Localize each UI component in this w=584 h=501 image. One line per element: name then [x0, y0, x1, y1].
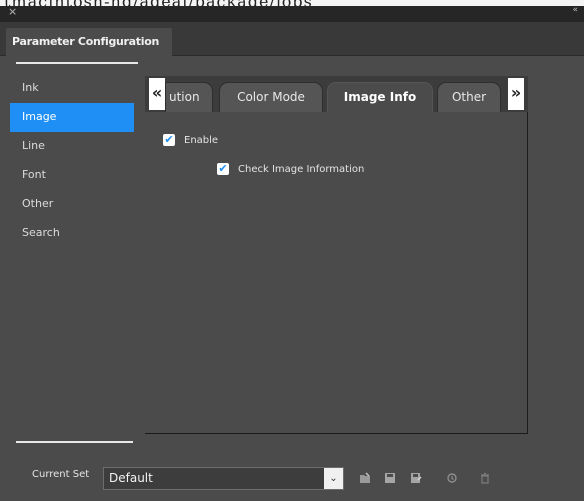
check-image-information-checkbox-box[interactable]: ✔	[217, 163, 229, 175]
sidebar-item-ink[interactable]: Ink	[10, 74, 134, 103]
close-icon[interactable]: ×	[8, 5, 17, 18]
sidebar-top-divider	[16, 62, 138, 64]
tab-color-mode[interactable]: Color Mode	[219, 82, 323, 112]
tab-caution[interactable]: ution	[165, 82, 213, 112]
sidebar-bottom-divider	[16, 441, 133, 443]
sidebar-item-image[interactable]: Image	[10, 103, 134, 132]
check-image-information-checkbox[interactable]: ✔ Check Image Information	[217, 163, 364, 175]
enable-checkbox-label: Enable	[184, 134, 219, 146]
tab-row: « ution Color Mode Image Info Other »	[145, 76, 528, 112]
tab-scroll-right-button[interactable]: »	[508, 78, 524, 110]
sidebar-item-line[interactable]: Line	[10, 132, 134, 161]
sidebar-list: Ink Image Line Font Other Search	[10, 74, 134, 248]
current-set-label: Current Set	[32, 469, 90, 480]
current-set-value: Default	[109, 471, 153, 485]
delete-icon[interactable]	[479, 471, 491, 485]
sidebar-item-font[interactable]: Font	[10, 161, 134, 190]
enable-checkbox-box[interactable]: ✔	[163, 134, 175, 146]
check-icon: ✔	[218, 162, 228, 175]
save-as-icon[interactable]	[410, 471, 422, 485]
open-icon[interactable]	[359, 471, 371, 485]
panel-tab-strip: Parameter Configuration	[0, 22, 584, 56]
title-bar: × «	[0, 5, 584, 22]
collapse-icon[interactable]: «	[572, 5, 578, 15]
sidebar-item-search[interactable]: Search	[10, 219, 134, 248]
check-icon: ✔	[164, 133, 174, 146]
sidebar-item-other[interactable]: Other	[10, 190, 134, 219]
panel-tab-parameter-configuration[interactable]: Parameter Configuration	[6, 28, 172, 56]
tab-scroll-left-button[interactable]: «	[149, 78, 165, 110]
save-icon[interactable]	[384, 471, 396, 485]
tab-image-info[interactable]: Image Info	[327, 82, 433, 112]
check-image-information-label: Check Image Information	[238, 163, 365, 175]
chevron-down-icon[interactable]: ⌄	[324, 468, 343, 489]
sidebar: Ink Image Line Font Other Search	[10, 62, 138, 248]
reset-icon[interactable]	[446, 471, 458, 485]
enable-checkbox[interactable]: ✔ Enable	[163, 134, 218, 146]
content-panel: « ution Color Mode Image Info Other »	[145, 76, 528, 434]
current-set-select[interactable]: Default ⌄	[103, 467, 344, 490]
tab-other[interactable]: Other	[437, 82, 501, 112]
